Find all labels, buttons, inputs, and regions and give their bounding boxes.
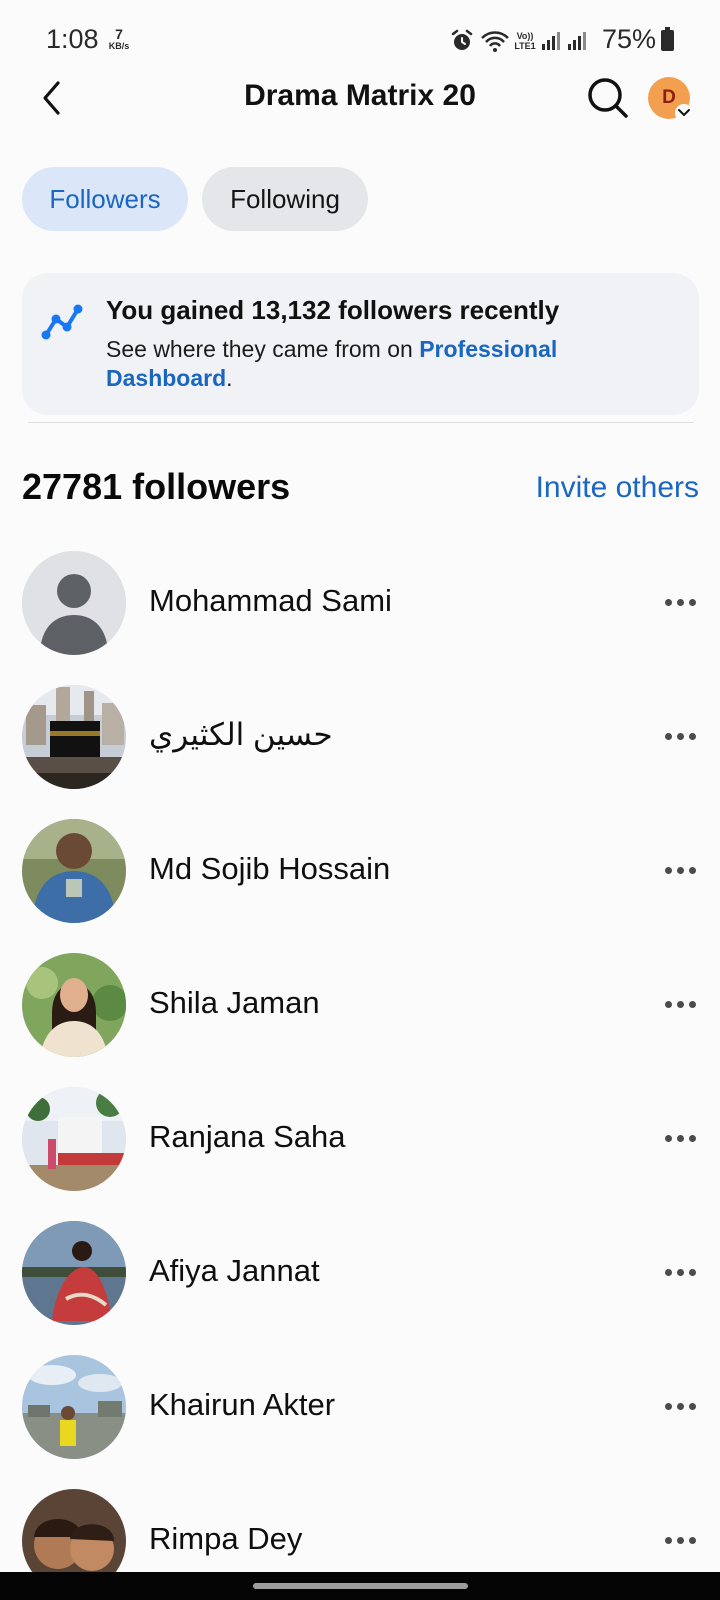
- followers-count: 27781 followers: [22, 466, 291, 507]
- insight-text-suffix: .: [226, 365, 233, 391]
- list-item[interactable]: Ranjana Saha: [0, 1085, 720, 1219]
- status-time: 1:08: [46, 24, 99, 54]
- list-item[interactable]: Khairun Akter: [0, 1353, 720, 1487]
- battery-percent: 75%: [602, 24, 657, 54]
- kaaba-photo: [22, 685, 126, 789]
- status-icons: Vo)) LTE1: [450, 26, 588, 56]
- more-options-button[interactable]: [658, 721, 702, 751]
- list-item[interactable]: Afiya Jannat: [0, 1219, 720, 1353]
- home-indicator[interactable]: [253, 1583, 468, 1589]
- avatar[interactable]: [22, 819, 126, 923]
- signal-icon-2: [568, 32, 586, 50]
- invite-others-button[interactable]: Invite others: [536, 471, 699, 505]
- volte-label: Vo)) LTE1: [514, 31, 536, 51]
- avatar[interactable]: [22, 1087, 126, 1191]
- woman-red-dress-photo: [22, 1221, 126, 1325]
- system-nav-bar: [0, 1572, 720, 1600]
- alarm-icon: [451, 29, 473, 50]
- profile-initial: D: [662, 87, 676, 108]
- avatar[interactable]: [22, 1221, 126, 1325]
- network-speed: 7 KB/s: [104, 27, 134, 51]
- follower-name[interactable]: Khairun Akter: [149, 1387, 335, 1423]
- follower-name[interactable]: Md Sojib Hossain: [149, 851, 390, 887]
- insight-text: See where they came from on Professional…: [106, 335, 666, 393]
- more-options-button[interactable]: [658, 587, 702, 617]
- tab-followers[interactable]: Followers: [22, 167, 188, 231]
- battery-icon: [661, 27, 674, 51]
- list-item[interactable]: حسين الكثيري: [0, 683, 720, 817]
- follower-name[interactable]: Ranjana Saha: [149, 1119, 346, 1155]
- avatar[interactable]: [22, 551, 126, 655]
- app-header: Drama Matrix 20 D: [0, 70, 720, 126]
- profile-switcher-button[interactable]: D: [648, 77, 693, 122]
- followers-list: Mohammad Sami حسين الكثيري Md Sojib Hoss…: [0, 549, 720, 1600]
- insight-title: You gained 13,132 followers recently: [106, 295, 560, 325]
- avatar[interactable]: [22, 685, 126, 789]
- chevron-down-icon: [675, 104, 693, 122]
- more-options-button[interactable]: [658, 1391, 702, 1421]
- more-options-button[interactable]: [658, 989, 702, 1019]
- signal-icon: [542, 32, 560, 50]
- follower-name[interactable]: Mohammad Sami: [149, 583, 392, 619]
- follower-name[interactable]: حسين الكثيري: [149, 717, 333, 753]
- child-sky-photo: [22, 1355, 126, 1459]
- man-photo: [22, 819, 126, 923]
- status-bar: 1:08 7 KB/s Vo)) LTE1 75%: [0, 0, 720, 80]
- default-avatar-icon: [22, 551, 126, 655]
- follower-name[interactable]: Shila Jaman: [149, 985, 320, 1021]
- avatar[interactable]: [22, 953, 126, 1057]
- more-options-button[interactable]: [658, 1257, 702, 1287]
- outdoor-photo: [22, 1087, 126, 1191]
- more-options-button[interactable]: [658, 855, 702, 885]
- divider: [28, 422, 694, 423]
- follower-name[interactable]: Afiya Jannat: [149, 1253, 320, 1289]
- follower-name[interactable]: Rimpa Dey: [149, 1521, 302, 1557]
- woman-photo: [22, 953, 126, 1057]
- more-options-button[interactable]: [658, 1123, 702, 1153]
- network-speed-unit: KB/s: [108, 41, 130, 51]
- search-icon: [588, 78, 628, 118]
- tab-following[interactable]: Following: [202, 167, 368, 231]
- more-options-button[interactable]: [658, 1525, 702, 1555]
- tab-bar: Followers Following: [22, 167, 368, 231]
- network-speed-value: 7: [115, 26, 123, 42]
- search-button[interactable]: [584, 74, 632, 122]
- trend-chart-icon: [41, 304, 83, 340]
- list-item[interactable]: Md Sojib Hossain: [0, 817, 720, 951]
- list-item[interactable]: Shila Jaman: [0, 951, 720, 1085]
- followers-insight-card[interactable]: You gained 13,132 followers recently See…: [22, 273, 699, 415]
- insight-text-prefix: See where they came from on: [106, 336, 420, 362]
- avatar[interactable]: [22, 1355, 126, 1459]
- wifi-icon: [481, 31, 509, 52]
- list-item[interactable]: Mohammad Sami: [0, 549, 720, 683]
